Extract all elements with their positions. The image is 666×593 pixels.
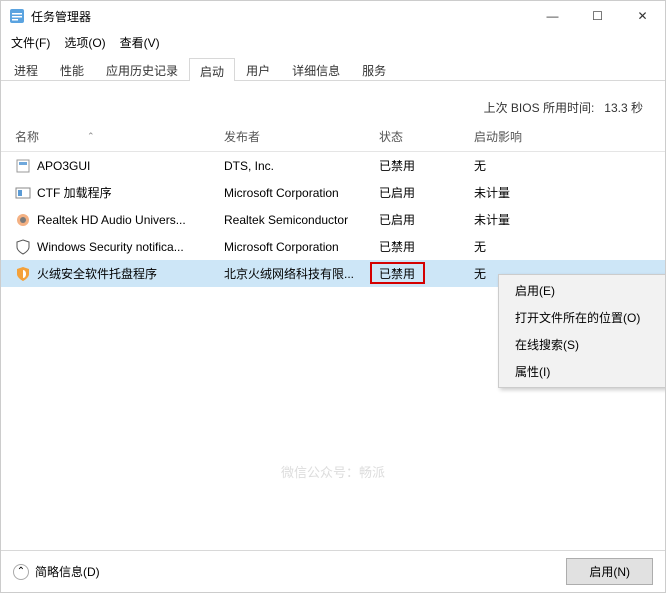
ctx-open-location[interactable]: 打开文件所在的位置(O) (501, 304, 665, 331)
row-impact: 未计量 (474, 211, 665, 228)
row-status: 已禁用 (379, 157, 474, 174)
ctx-properties[interactable]: 属性(I) (501, 358, 665, 385)
tab-startup[interactable]: 启动 (189, 58, 235, 81)
row-publisher: 北京火绒网络科技有限... (224, 265, 379, 282)
row-impact: 无 (474, 157, 665, 174)
row-status: 已启用 (379, 211, 474, 228)
window-title: 任务管理器 (31, 8, 530, 25)
row-name: Windows Security notifica... (37, 240, 184, 254)
menu-bar: 文件(F) 选项(O) 查看(V) (1, 31, 665, 53)
row-publisher: Microsoft Corporation (224, 186, 379, 200)
ctx-search-online[interactable]: 在线搜索(S) (501, 331, 665, 358)
row-publisher: DTS, Inc. (224, 159, 379, 173)
startup-list: APO3GUI DTS, Inc. 已禁用 无 CTF 加载程序 Microso… (1, 152, 665, 550)
context-menu: 启用(E) 打开文件所在的位置(O) 在线搜索(S) 属性(I) (498, 274, 665, 388)
header-publisher[interactable]: 发布者 (224, 128, 379, 145)
header-name-label: 名称 (15, 128, 39, 145)
table-row[interactable]: APO3GUI DTS, Inc. 已禁用 无 (1, 152, 665, 179)
footer: ⌃ 简略信息(D) 启用(N) (1, 550, 665, 592)
header-impact[interactable]: 启动影响 (474, 128, 665, 145)
row-publisher: Realtek Semiconductor (224, 213, 379, 227)
bios-value: 13.3 秒 (604, 101, 643, 115)
header-status[interactable]: 状态 (379, 128, 474, 145)
bios-label: 上次 BIOS 所用时间: (484, 101, 595, 115)
row-status: 已启用 (379, 184, 474, 201)
fewer-details-link[interactable]: ⌃ 简略信息(D) (13, 563, 100, 580)
menu-view[interactable]: 查看(V) (114, 32, 166, 53)
row-impact: 无 (474, 238, 665, 255)
tab-processes[interactable]: 进程 (3, 57, 49, 80)
app-item-icon (15, 266, 31, 282)
watermark: 微信公众号：畅派 (281, 462, 385, 481)
row-status: 已禁用 (379, 238, 474, 255)
details-label: 简略信息(D) (35, 563, 100, 580)
tab-services[interactable]: 服务 (351, 57, 397, 80)
table-row[interactable]: Realtek HD Audio Univers... Realtek Semi… (1, 206, 665, 233)
tab-performance[interactable]: 性能 (49, 57, 95, 80)
app-item-icon (15, 212, 31, 228)
app-item-icon (15, 185, 31, 201)
sort-indicator-icon: ⌃ (87, 131, 95, 142)
row-status: 已禁用 (379, 265, 474, 282)
header-name[interactable]: 名称 ⌃ (9, 128, 224, 145)
table-row[interactable]: Windows Security notifica... Microsoft C… (1, 233, 665, 260)
minimize-button[interactable]: — (530, 1, 575, 31)
enable-button[interactable]: 启用(N) (566, 558, 653, 585)
menu-options[interactable]: 选项(O) (58, 32, 111, 53)
table-row[interactable]: CTF 加载程序 Microsoft Corporation 已启用 未计量 (1, 179, 665, 206)
row-impact: 未计量 (474, 184, 665, 201)
tab-history[interactable]: 应用历史记录 (95, 57, 189, 80)
column-headers: 名称 ⌃ 发布者 状态 启动影响 (1, 122, 665, 152)
maximize-button[interactable]: ☐ (575, 1, 620, 31)
title-bar: 任务管理器 — ☐ ✕ (1, 1, 665, 31)
row-name: Realtek HD Audio Univers... (37, 213, 186, 227)
window-controls: — ☐ ✕ (530, 1, 665, 31)
row-name: APO3GUI (37, 159, 90, 173)
app-item-icon (15, 158, 31, 174)
shield-icon (15, 239, 31, 255)
tab-details[interactable]: 详细信息 (281, 57, 351, 80)
row-name: CTF 加载程序 (37, 184, 112, 201)
menu-file[interactable]: 文件(F) (5, 32, 56, 53)
ctx-enable[interactable]: 启用(E) (501, 277, 665, 304)
row-name: 火绒安全软件托盘程序 (37, 265, 157, 282)
row-publisher: Microsoft Corporation (224, 240, 379, 254)
close-button[interactable]: ✕ (620, 1, 665, 31)
tab-bar: 进程 性能 应用历史记录 启动 用户 详细信息 服务 (1, 53, 665, 81)
tab-users[interactable]: 用户 (235, 57, 281, 80)
app-icon (9, 8, 25, 24)
bios-time: 上次 BIOS 所用时间: 13.3 秒 (1, 81, 665, 122)
chevron-up-icon: ⌃ (13, 564, 29, 580)
